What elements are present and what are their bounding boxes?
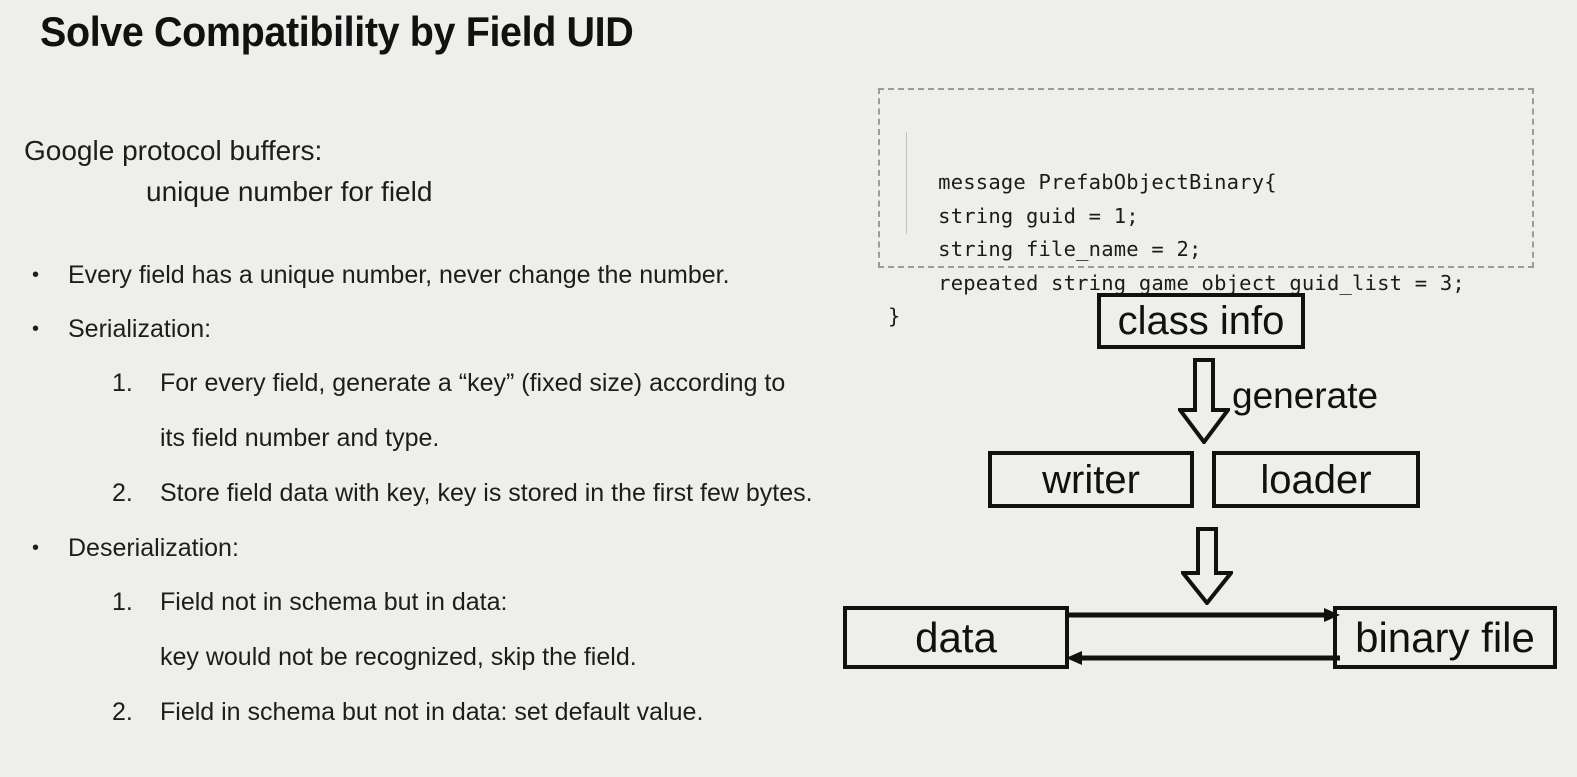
lead-line-2: unique number for field xyxy=(146,176,433,207)
list-item: • Every field has a unique number, never… xyxy=(24,248,924,302)
slide-canvas: Solve Compatibility by Field UID Google … xyxy=(0,0,1577,777)
list-item-number: 2. xyxy=(112,479,133,507)
diagram-box-loader: loader xyxy=(1212,451,1420,508)
list-item-label: Deserialization: xyxy=(68,534,239,562)
list-item-number: 1. xyxy=(112,588,133,616)
list-item-label: For every field, generate a “key” (fixed… xyxy=(160,369,786,397)
bullet-marker: • xyxy=(32,264,40,286)
bullet-list: • Every field has a unique number, never… xyxy=(24,248,924,740)
list-item-number: 2. xyxy=(112,698,133,726)
diagram-box-label: writer xyxy=(1042,457,1140,502)
bullet-marker: • xyxy=(32,537,40,559)
list-item-label: Serialization: xyxy=(68,315,212,343)
diagram-box-label: loader xyxy=(1260,457,1372,502)
bullet-marker: • xyxy=(32,318,40,340)
diagram-box-label: data xyxy=(915,613,997,661)
list-item: 1. For every field, generate a “key” (fi… xyxy=(24,356,924,411)
list-item: 2. Field in schema but not in data: set … xyxy=(24,685,924,740)
generate-block-arrow-icon xyxy=(1178,358,1230,444)
lead-paragraph: Google protocol buffers: unique number f… xyxy=(24,130,432,212)
list-item: • Serialization: xyxy=(24,302,924,356)
indent-guide-line xyxy=(906,132,907,234)
list-item-continuation: its field number and type. xyxy=(160,424,440,452)
lead-line-1: Google protocol buffers: xyxy=(24,135,323,166)
diagram-box-writer: writer xyxy=(988,451,1194,508)
arrow-binary-to-data-icon xyxy=(1066,651,1340,665)
list-item-label: Store field data with key, key is stored… xyxy=(160,479,813,507)
list-item: 1. Field not in schema but in data: xyxy=(24,575,924,630)
list-item-number: 1. xyxy=(112,369,133,397)
diagram-box-class-info: class info xyxy=(1097,293,1305,349)
diagram-box-data: data xyxy=(843,606,1069,669)
list-item-continuation: key would not be recognized, skip the fi… xyxy=(160,643,637,671)
generate-arrow-label: generate xyxy=(1232,375,1379,416)
list-item: 2. Store field data with key, key is sto… xyxy=(24,466,924,521)
arrow-data-to-binary-icon xyxy=(1066,608,1340,622)
write-block-arrow-icon xyxy=(1181,527,1233,605)
page-title: Solve Compatibility by Field UID xyxy=(40,8,634,55)
list-item-label: Field not in schema but in data: xyxy=(160,588,508,616)
list-item-label: Every field has a unique number, never c… xyxy=(68,261,730,289)
diagram-box-label: binary file xyxy=(1355,613,1535,661)
diagram-box-binary-file: binary file xyxy=(1333,606,1557,669)
diagram-box-label: class info xyxy=(1117,299,1285,343)
list-item: • Deserialization: xyxy=(24,521,924,575)
list-item-label: Field in schema but not in data: set def… xyxy=(160,698,704,726)
